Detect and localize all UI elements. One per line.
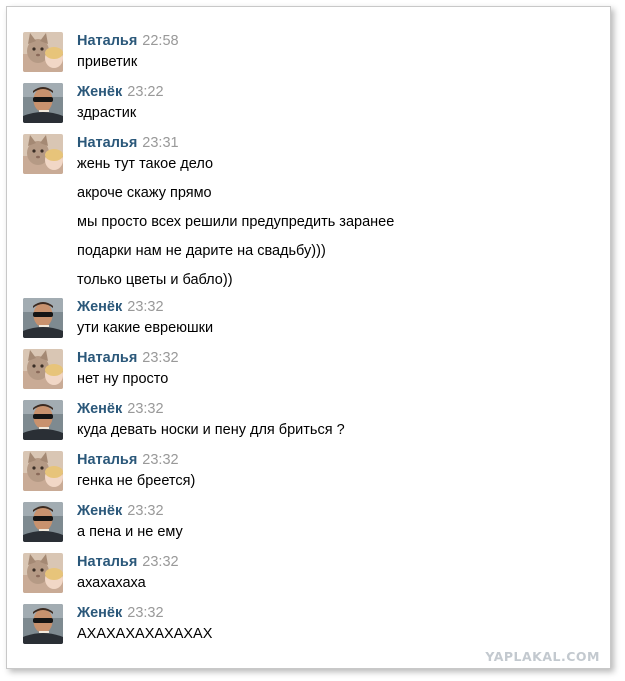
avatar[interactable] bbox=[23, 134, 63, 174]
message-text: нет ну просто bbox=[77, 371, 169, 387]
author-name[interactable]: Женёк bbox=[77, 503, 122, 519]
man-avatar-icon bbox=[23, 604, 63, 644]
avatar[interactable] bbox=[23, 349, 63, 389]
message: Женёк 23:32 ути какие евреюшки bbox=[23, 297, 583, 341]
message-text: жень тут такое дело bbox=[77, 156, 214, 172]
message-text: приветик bbox=[77, 54, 138, 70]
avatar[interactable] bbox=[23, 298, 63, 338]
message-text: мы просто всех решили предупредить заран… bbox=[77, 214, 395, 230]
message-time[interactable]: 23:32 bbox=[127, 503, 163, 519]
cat-avatar-icon bbox=[23, 134, 63, 174]
author-name[interactable]: Женёк bbox=[77, 84, 122, 100]
message-text: только цветы и бабло)) bbox=[77, 272, 233, 288]
avatar[interactable] bbox=[23, 400, 63, 440]
man-avatar-icon bbox=[23, 502, 63, 542]
message-time[interactable]: 23:32 bbox=[142, 452, 178, 468]
message-time[interactable]: 23:32 bbox=[127, 605, 163, 621]
message-time[interactable]: 22:58 bbox=[142, 33, 178, 49]
man-avatar-icon bbox=[23, 83, 63, 123]
message-text: генка не бреется) bbox=[77, 473, 196, 489]
author-name[interactable]: Наталья bbox=[77, 350, 137, 366]
message-text: а пена и не ему bbox=[77, 524, 183, 540]
author-name[interactable]: Наталья bbox=[77, 554, 137, 570]
cat-avatar-icon bbox=[23, 553, 63, 593]
cat-avatar-icon bbox=[23, 349, 63, 389]
message-time[interactable]: 23:32 bbox=[142, 350, 178, 366]
message-time[interactable]: 23:32 bbox=[127, 401, 163, 417]
author-name[interactable]: Женёк bbox=[77, 605, 122, 621]
message: Женёк 23:22 здрастик bbox=[23, 82, 583, 126]
message-time[interactable]: 23:32 bbox=[127, 299, 163, 315]
avatar[interactable] bbox=[23, 553, 63, 593]
cat-avatar-icon bbox=[23, 451, 63, 491]
message: Наталья 23:32 ахахахаха bbox=[23, 552, 583, 596]
message-time[interactable]: 23:32 bbox=[142, 554, 178, 570]
man-avatar-icon bbox=[23, 400, 63, 440]
avatar[interactable] bbox=[23, 502, 63, 542]
author-name[interactable]: Наталья bbox=[77, 452, 137, 468]
author-name[interactable]: Наталья bbox=[77, 135, 137, 151]
author-name[interactable]: Женёк bbox=[77, 299, 122, 315]
message-history: Наталья 22:58 приветик Женёк 23:22 здраст bbox=[23, 31, 583, 654]
man-avatar-icon bbox=[23, 298, 63, 338]
message: Наталья 23:32 нет ну просто bbox=[23, 348, 583, 392]
message-text: подарки нам не дарите на свадьбу))) bbox=[77, 243, 326, 259]
message: Женёк 23:32 а пена и не ему bbox=[23, 501, 583, 545]
author-name[interactable]: Женёк bbox=[77, 401, 122, 417]
avatar[interactable] bbox=[23, 83, 63, 123]
message-time[interactable]: 23:22 bbox=[127, 84, 163, 100]
message-text: куда девать носки и пену для бриться ? bbox=[77, 422, 345, 438]
message-time[interactable]: 23:31 bbox=[142, 135, 178, 151]
message-text: акроче скажу прямо bbox=[77, 185, 212, 201]
avatar[interactable] bbox=[23, 604, 63, 644]
message-text: ахахахаха bbox=[77, 575, 146, 591]
screenshot-frame: Наталья 22:58 приветик Женёк 23:22 здраст bbox=[6, 6, 611, 669]
cat-avatar-icon bbox=[23, 32, 63, 72]
author-name[interactable]: Наталья bbox=[77, 33, 137, 49]
message-text: ути какие евреюшки bbox=[77, 320, 214, 336]
message-text: здрастик bbox=[77, 105, 137, 121]
message: Наталья 23:32 генка не бреется) bbox=[23, 450, 583, 494]
message: Женёк 23:32 куда девать носки и пену для … bbox=[23, 399, 583, 443]
avatar[interactable] bbox=[23, 32, 63, 72]
watermark: YAPLAKAL.COM bbox=[485, 649, 600, 664]
message-text: АХАХАХАХАХАХАХ bbox=[77, 626, 213, 642]
message: Наталья 22:58 приветик bbox=[23, 31, 583, 75]
message: Наталья 23:31 жень тут такое дело акроче … bbox=[23, 133, 583, 290]
avatar[interactable] bbox=[23, 451, 63, 491]
message: Женёк 23:32 АХАХАХАХАХАХАХ bbox=[23, 603, 583, 647]
